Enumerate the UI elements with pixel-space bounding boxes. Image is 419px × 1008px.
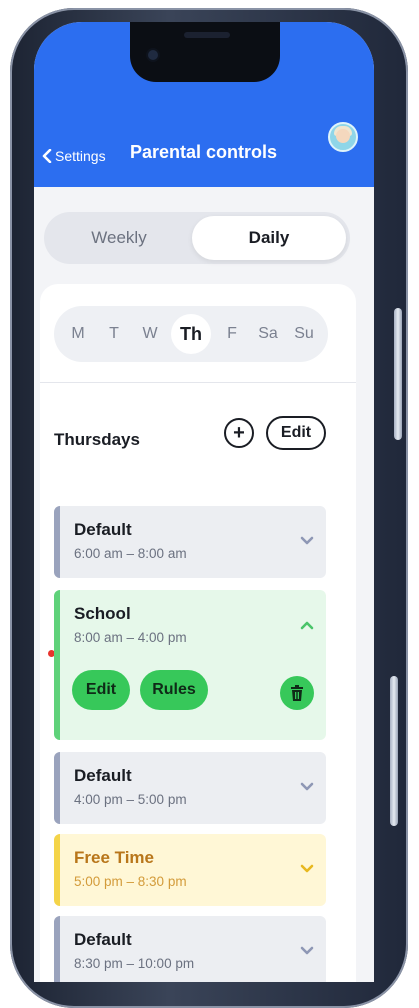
chevron-left-icon [42, 149, 52, 163]
phone-side-button [390, 676, 398, 826]
phone-side-button [394, 308, 402, 440]
trash-icon [291, 685, 303, 701]
chevron-up-icon[interactable] [300, 620, 314, 630]
back-button[interactable]: Settings [42, 148, 106, 164]
speaker-grille [184, 32, 230, 38]
slot-time: 8:00 am – 4:00 pm [74, 630, 187, 645]
slot-color-bar [54, 752, 60, 824]
chevron-down-icon[interactable] [300, 946, 314, 956]
day-friday[interactable]: F [217, 325, 247, 343]
page-title: Parental controls [130, 142, 278, 162]
avatar-face [336, 129, 350, 143]
chevron-down-icon[interactable] [300, 864, 314, 874]
slot-time: 4:00 pm – 5:00 pm [74, 792, 187, 807]
schedule-slot-expanded[interactable]: School 8:00 am – 4:00 pm Edit Rules [48, 590, 326, 740]
view-toggle: Weekly Daily [44, 212, 350, 264]
schedule-card: M T W Th F Sa Su Thursdays + Edit Defaul… [40, 284, 356, 982]
slot-time: 8:30 pm – 10:00 pm [74, 956, 195, 971]
slot-time: 5:00 pm – 8:30 pm [74, 874, 187, 889]
slot-color-bar [54, 506, 60, 578]
slot-color-bar [54, 834, 60, 906]
chevron-down-icon[interactable] [300, 536, 314, 546]
tab-weekly[interactable]: Weekly [44, 212, 194, 264]
avatar[interactable] [328, 122, 358, 152]
slot-time: 6:00 am – 8:00 am [74, 546, 187, 561]
slot-name: School [74, 604, 131, 623]
schedule-slot[interactable]: Default 6:00 am – 8:00 am [54, 506, 326, 578]
day-wednesday[interactable]: W [135, 325, 165, 343]
divider [40, 382, 356, 383]
day-tuesday[interactable]: T [99, 325, 129, 343]
back-label: Settings [55, 148, 106, 164]
slot-rules-button[interactable]: Rules [140, 670, 208, 710]
slot-name: Free Time [74, 848, 155, 867]
phone-screen: Settings Parental controls Weekly Daily … [34, 22, 374, 982]
slot-name: Default [74, 766, 132, 785]
day-thursday[interactable]: Th [171, 314, 211, 354]
add-slot-button[interactable]: + [224, 418, 254, 448]
slot-color-bar [54, 916, 60, 982]
tab-daily[interactable]: Daily [192, 216, 346, 260]
delete-button[interactable] [280, 676, 314, 710]
day-monday[interactable]: M [63, 325, 93, 343]
day-saturday[interactable]: Sa [253, 325, 283, 343]
schedule-slot[interactable]: Default 8:30 pm – 10:00 pm [54, 916, 326, 982]
slot-name: Default [74, 520, 132, 539]
slot-color-bar [54, 590, 60, 740]
front-camera [148, 50, 158, 60]
schedule-slot[interactable]: Default 4:00 pm – 5:00 pm [54, 752, 326, 824]
slot-edit-button[interactable]: Edit [72, 670, 130, 710]
section-title: Thursdays [54, 430, 140, 449]
schedule-slot[interactable]: Free Time 5:00 pm – 8:30 pm [54, 834, 326, 906]
phone-notch [130, 22, 280, 82]
edit-schedule-button[interactable]: Edit [266, 416, 326, 450]
day-selector: M T W Th F Sa Su [54, 306, 328, 362]
day-sunday[interactable]: Su [289, 325, 319, 343]
chevron-down-icon[interactable] [300, 782, 314, 792]
slot-name: Default [74, 930, 132, 949]
